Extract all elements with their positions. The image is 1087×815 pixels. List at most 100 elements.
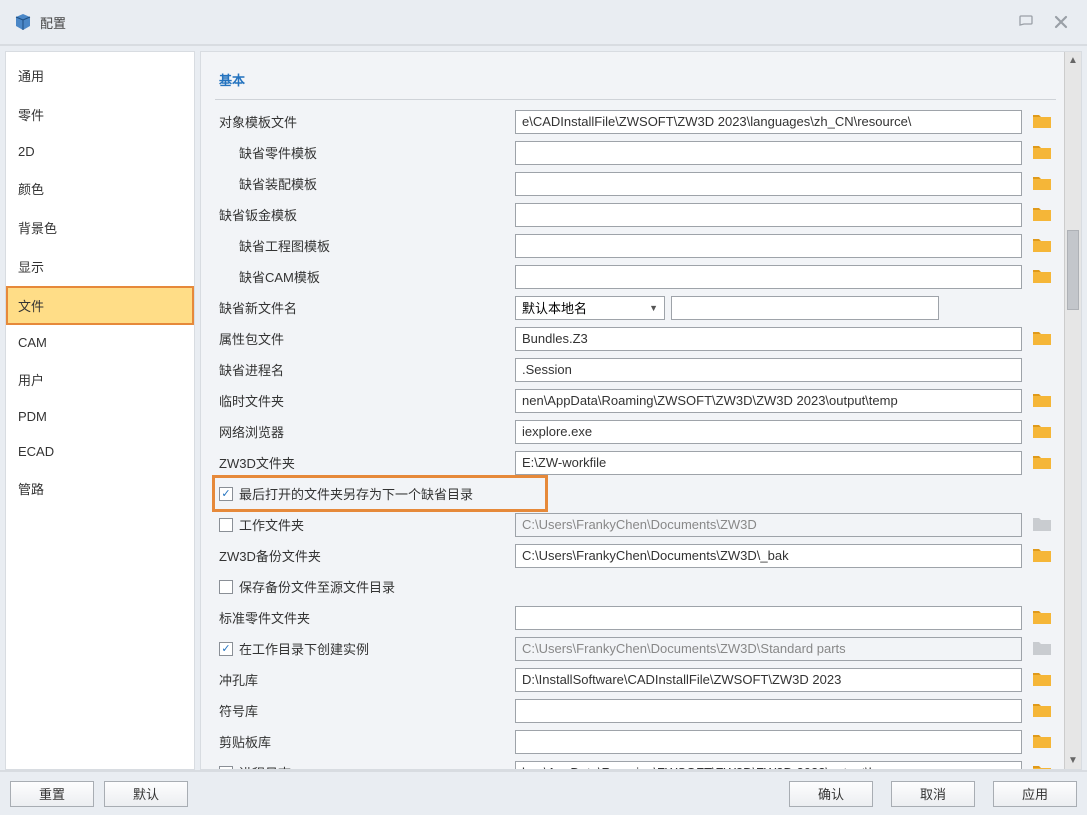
row-web-browser: 网络浏览器 <box>215 416 1056 447</box>
browse-button[interactable] <box>1028 545 1056 567</box>
sidebar-item-color[interactable]: 颜色 <box>6 169 194 208</box>
default-button[interactable]: 默认 <box>104 781 188 807</box>
browse-button[interactable] <box>1028 173 1056 195</box>
label: 对象模板文件 <box>215 112 515 131</box>
row-process-log: 进程日志 <box>215 757 1056 769</box>
input[interactable] <box>515 699 1022 723</box>
browse-button[interactable] <box>1028 390 1056 412</box>
browse-button[interactable] <box>1028 731 1056 753</box>
sidebar-item-display[interactable]: 显示 <box>6 247 194 286</box>
input[interactable] <box>515 730 1022 754</box>
sidebar-item-cam[interactable]: CAM <box>6 325 194 360</box>
content-panel: 基本 对象模板文件 缺省零件模板 缺省装配模板 缺省钣金模板 缺省工程图模板 <box>201 52 1064 769</box>
row-template-file: 对象模板文件 <box>215 106 1056 137</box>
input[interactable] <box>515 358 1022 382</box>
combo-default-filename[interactable]: 默认本地名▼ <box>515 296 665 320</box>
input[interactable] <box>515 203 1022 227</box>
checkbox-row[interactable]: 进程日志 <box>215 763 515 769</box>
browse-button[interactable] <box>1028 266 1056 288</box>
input[interactable] <box>515 172 1022 196</box>
row-symbol-library: 符号库 <box>215 695 1056 726</box>
apply-button[interactable]: 应用 <box>993 781 1077 807</box>
checkbox-row[interactable]: 保存备份文件至源文件目录 <box>215 577 515 596</box>
reset-button[interactable]: 重置 <box>10 781 94 807</box>
input[interactable] <box>515 544 1022 568</box>
scrollbar[interactable]: ▲ ▼ <box>1064 52 1081 769</box>
input[interactable] <box>515 234 1022 258</box>
cancel-button[interactable]: 取消 <box>891 781 975 807</box>
label: ZW3D文件夹 <box>215 453 515 472</box>
label: 剪贴板库 <box>215 732 515 751</box>
input[interactable] <box>515 265 1022 289</box>
checkbox[interactable] <box>219 642 233 656</box>
titlebar: 配置 <box>0 0 1087 46</box>
sidebar-item-files[interactable]: 文件 <box>6 286 194 325</box>
scroll-down-icon[interactable]: ▼ <box>1065 752 1081 769</box>
sidebar-item-2d[interactable]: 2D <box>6 134 194 169</box>
browse-button[interactable] <box>1028 762 1056 770</box>
label: 临时文件夹 <box>215 391 515 410</box>
row-default-assembly-template: 缺省装配模板 <box>215 168 1056 199</box>
row-default-new-filename: 缺省新文件名 默认本地名▼ <box>215 292 1056 323</box>
input <box>515 513 1022 537</box>
sidebar-item-pdm[interactable]: PDM <box>6 399 194 434</box>
row-default-sheetmetal-template: 缺省钣金模板 <box>215 199 1056 230</box>
checkbox[interactable] <box>219 766 233 770</box>
checkbox[interactable] <box>219 580 233 594</box>
help-icon[interactable] <box>1015 10 1039 34</box>
checkbox[interactable] <box>219 518 233 532</box>
content-wrap: 基本 对象模板文件 缺省零件模板 缺省装配模板 缺省钣金模板 缺省工程图模板 <box>200 51 1082 770</box>
browse-button[interactable] <box>1028 204 1056 226</box>
input[interactable] <box>515 389 1022 413</box>
sidebar-item-part[interactable]: 零件 <box>6 95 194 134</box>
input[interactable] <box>515 668 1022 692</box>
browse-button[interactable] <box>1028 669 1056 691</box>
scroll-up-icon[interactable]: ▲ <box>1065 52 1081 69</box>
input[interactable] <box>515 451 1022 475</box>
input[interactable] <box>515 761 1022 770</box>
sidebar-item-general[interactable]: 通用 <box>6 56 194 95</box>
label: 缺省装配模板 <box>215 174 515 193</box>
browse-button[interactable] <box>1028 328 1056 350</box>
label: 缺省零件模板 <box>215 143 515 162</box>
row-default-cam-template: 缺省CAM模板 <box>215 261 1056 292</box>
sidebar: 通用 零件 2D 颜色 背景色 显示 文件 CAM 用户 PDM ECAD 管路 <box>5 51 195 770</box>
close-icon[interactable] <box>1049 10 1073 34</box>
input[interactable] <box>515 141 1022 165</box>
row-standard-parts-folder: 标准零件文件夹 <box>215 602 1056 633</box>
browse-button[interactable] <box>1028 607 1056 629</box>
label: 网络浏览器 <box>215 422 515 441</box>
sidebar-item-user[interactable]: 用户 <box>6 360 194 399</box>
checkbox[interactable] <box>219 487 233 501</box>
sidebar-item-routing[interactable]: 管路 <box>6 469 194 508</box>
input[interactable] <box>515 327 1022 351</box>
input-aux[interactable] <box>671 296 939 320</box>
checkbox-row[interactable]: 最后打开的文件夹另存为下一个缺省目录 <box>215 484 515 503</box>
input-template-file[interactable] <box>515 110 1022 134</box>
checkbox-row[interactable]: 工作文件夹 <box>215 515 515 534</box>
browse-button[interactable] <box>1028 111 1056 133</box>
sidebar-item-ecad[interactable]: ECAD <box>6 434 194 469</box>
row-punch-library: 冲孔库 <box>215 664 1056 695</box>
row-save-backup-to-source: 保存备份文件至源文件目录 <box>215 571 1056 602</box>
checkbox-row[interactable]: 在工作目录下创建实例 <box>215 639 515 658</box>
row-zw3d-folder: ZW3D文件夹 <box>215 447 1056 478</box>
label: 标准零件文件夹 <box>215 608 515 627</box>
footer: 重置 默认 确认 取消 应用 <box>0 770 1087 815</box>
row-attribute-bundle: 属性包文件 <box>215 323 1056 354</box>
row-clipboard-library: 剪贴板库 <box>215 726 1056 757</box>
browse-button[interactable] <box>1028 421 1056 443</box>
browse-button[interactable] <box>1028 142 1056 164</box>
scroll-thumb[interactable] <box>1067 230 1079 310</box>
input[interactable] <box>515 420 1022 444</box>
browse-button[interactable] <box>1028 700 1056 722</box>
ok-button[interactable]: 确认 <box>789 781 873 807</box>
row-default-process-name: 缺省进程名 <box>215 354 1056 385</box>
input[interactable] <box>515 606 1022 630</box>
browse-button[interactable] <box>1028 235 1056 257</box>
section-title: 基本 <box>215 62 1056 100</box>
app-icon <box>14 13 32 31</box>
row-last-folder-as-default: 最后打开的文件夹另存为下一个缺省目录 <box>215 478 545 509</box>
browse-button[interactable] <box>1028 452 1056 474</box>
sidebar-item-bgcolor[interactable]: 背景色 <box>6 208 194 247</box>
